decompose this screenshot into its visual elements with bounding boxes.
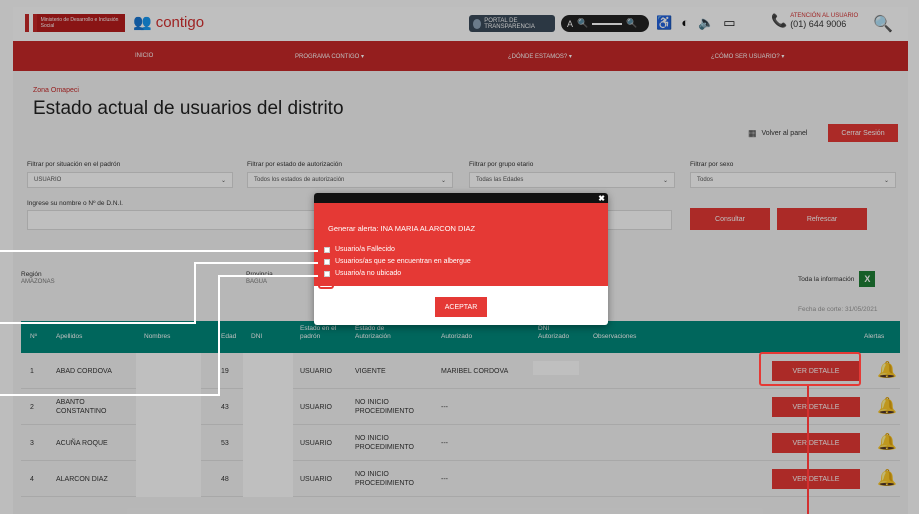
callout-line [218,275,220,395]
aceptar-button[interactable]: ACEPTAR [435,297,487,317]
close-icon[interactable]: ✖ [598,194,605,203]
browser-frame: Ministerio de Desarrollo e Inclusión Soc… [13,7,908,514]
alert-modal: ✖ Generar alerta: INA MARIA ALARCON DIAZ… [314,193,608,325]
callout-line [194,262,318,264]
callout-line-red [807,386,809,514]
callout-line [194,262,196,322]
option-label: Usuario/a Fallecido [335,246,395,253]
callout-line [0,322,196,324]
modal-topbar [314,193,608,203]
checkbox-highlight [318,240,334,289]
option-label: Usuarios/as que se encuentran en albergu… [335,258,471,265]
callout-line [218,275,318,277]
callout-line [0,250,318,252]
option-no-ubicado[interactable]: Usuario/a no ubicado [324,270,401,277]
button-highlight [759,352,861,386]
option-fallecido[interactable]: Usuario/a Fallecido [324,246,395,253]
callout-line [0,394,220,396]
modal-body: Generar alerta: INA MARIA ALARCON DIAZ U… [314,203,608,286]
option-albergue[interactable]: Usuarios/as que se encuentran en albergu… [324,258,471,265]
option-label: Usuario/a no ubicado [335,270,402,277]
modal-title: Generar alerta: INA MARIA ALARCON DIAZ [328,224,476,233]
